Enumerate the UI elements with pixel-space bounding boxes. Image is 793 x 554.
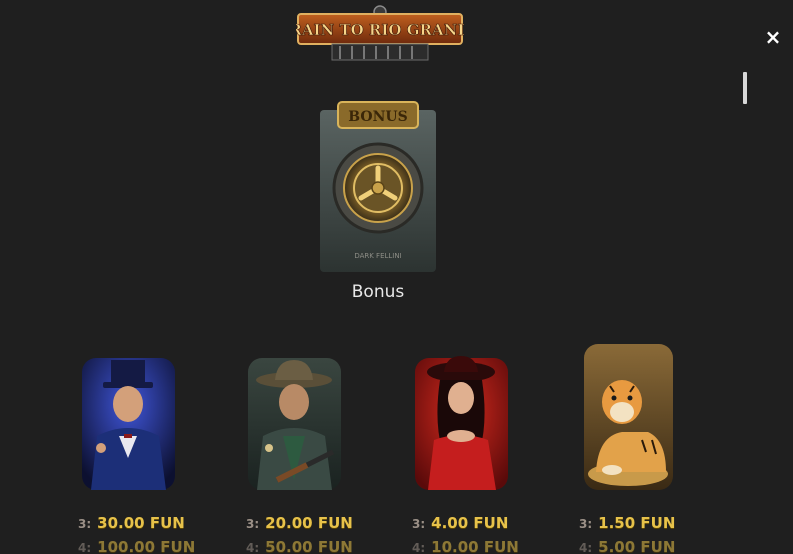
pay-count: 3: xyxy=(579,517,593,531)
bonus-badge-text: BONUS xyxy=(348,109,407,125)
close-button[interactable]: × xyxy=(762,26,784,48)
bonus-symbol-card: BONUS DARK FELLINI xyxy=(320,100,436,272)
pay-count: 4: xyxy=(579,541,593,554)
pay-value: 5.00 FUN xyxy=(598,538,676,554)
pay-count: 4: xyxy=(246,541,260,554)
tiger-paytable: 3: 1.50 FUN 4: 5.00 FUN xyxy=(579,514,699,554)
gentleman-paytable: 3: 30.00 FUN 4: 100.00 FUN xyxy=(78,514,198,554)
pay-count: 3: xyxy=(246,517,260,531)
scrollbar-thumb[interactable] xyxy=(743,72,747,104)
pay-value: 10.00 FUN xyxy=(431,538,519,554)
sheriff-paytable: 3: 20.00 FUN 4: 50.00 FUN xyxy=(246,514,366,554)
lady-symbol xyxy=(414,340,509,492)
tiger-symbol xyxy=(582,340,677,492)
pay-count: 4: xyxy=(412,541,426,554)
gentleman-symbol xyxy=(81,340,176,492)
bonus-label: Bonus xyxy=(351,282,405,302)
pay-value: 50.00 FUN xyxy=(265,538,353,554)
logo-text: TRAIN TO RIO GRANDE xyxy=(296,21,464,39)
game-logo: TRAIN TO RIO GRANDE xyxy=(278,4,482,66)
pay-count: 3: xyxy=(412,517,426,531)
pay-value: 1.50 FUN xyxy=(598,514,676,532)
pay-value: 30.00 FUN xyxy=(97,514,185,532)
lady-paytable: 3: 4.00 FUN 4: 10.00 FUN xyxy=(412,514,532,554)
vendor-text: DARK FELLINI xyxy=(354,252,401,260)
sheriff-symbol xyxy=(247,340,342,492)
close-icon: × xyxy=(764,25,782,49)
pay-count: 4: xyxy=(78,541,92,554)
pay-value: 100.00 FUN xyxy=(97,538,196,554)
pay-value: 20.00 FUN xyxy=(265,514,353,532)
pay-value: 4.00 FUN xyxy=(431,514,509,532)
pay-count: 3: xyxy=(78,517,92,531)
